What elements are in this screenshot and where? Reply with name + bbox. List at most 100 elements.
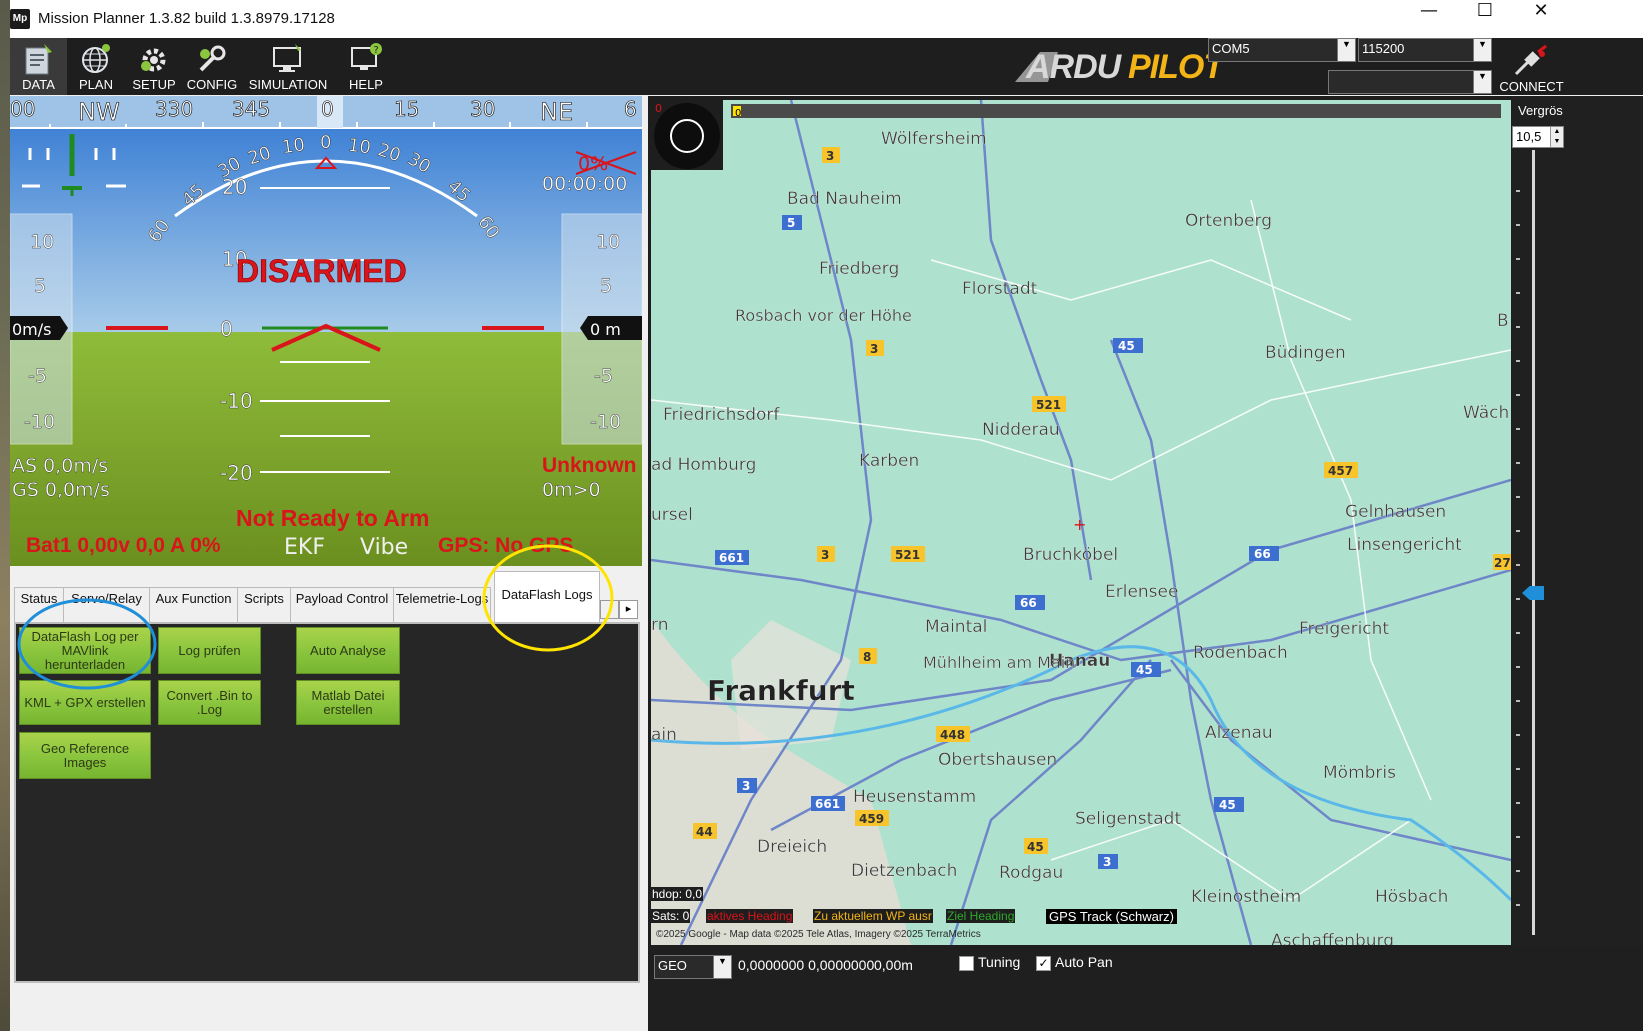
connection-type-select[interactable]: ▼: [1328, 70, 1492, 94]
gear-icon: [141, 48, 166, 72]
map-place: ad Homburg: [651, 455, 756, 475]
roll-label: 10: [347, 135, 373, 159]
tab-aux-function[interactable]: Aux Function: [149, 587, 238, 622]
speed-tape-label: 5: [34, 275, 46, 297]
tabs-scroll-right[interactable]: ▸: [619, 600, 638, 619]
ekf-indicator[interactable]: EKF: [284, 535, 325, 560]
roll-label: 0: [320, 132, 331, 153]
baud-select[interactable]: 115200 ▼: [1358, 38, 1492, 62]
map-center-crosshair: +: [1073, 515, 1086, 534]
hud-panel: 00 NW 330 345 0 15 30 NE 6 60 45 30 20 1…: [10, 96, 642, 566]
zoom-slider-track[interactable]: [1532, 150, 1535, 935]
convert-bin-button[interactable]: Convert .Bin to .Log: [158, 680, 261, 725]
annotation-yellow-ellipse: [482, 544, 614, 652]
flight-mode: Unknown: [542, 454, 637, 477]
road-label: 457: [1328, 464, 1353, 478]
toolbar-setup-label: SETUP: [132, 77, 176, 92]
road-label: 3: [870, 342, 878, 356]
autopan-checkbox[interactable]: ✓: [1036, 956, 1051, 971]
altitude-tape-label: -10: [590, 411, 621, 433]
svg-text:?: ?: [374, 45, 379, 56]
toolbar-help-button[interactable]: ? HELP: [335, 38, 397, 95]
speed-tape-label: -10: [24, 411, 55, 433]
tab-payload-control[interactable]: Payload Control: [290, 587, 394, 622]
coordinate-type-select[interactable]: GEO ▼: [654, 955, 732, 979]
compass-label: 30: [470, 97, 495, 121]
current-altitude: 0 m: [590, 320, 621, 339]
desktop-background: [0, 0, 10, 1031]
road-label: 66: [1020, 596, 1037, 610]
vibe-indicator[interactable]: Vibe: [360, 535, 408, 560]
road-label: 459: [859, 812, 884, 826]
pitch-label: -20: [220, 461, 253, 485]
map-copyright: ©2025 Google - Map data ©2025 Tele Atlas…: [656, 929, 981, 940]
map-red-marker: 0: [655, 102, 662, 115]
map-place: Mömbris: [1323, 763, 1396, 783]
compass-label: 330: [155, 97, 193, 121]
legend-gps-track: GPS Track (Schwarz): [1046, 909, 1177, 924]
speed-tape-label: 10: [30, 231, 54, 253]
map-place: Friedrichsdorf: [663, 405, 780, 425]
legend-waypoint: Zu aktuellem WP ausr: [813, 909, 933, 923]
auto-analyse-button[interactable]: Auto Analyse: [296, 627, 400, 674]
legend-target-heading: Ziel Heading: [946, 909, 1016, 923]
toolbar-data-button[interactable]: DATA: [10, 38, 67, 95]
map-place: Bruchköbel: [1023, 545, 1118, 565]
current-speed: 0m/s: [12, 320, 52, 339]
port-select[interactable]: COM5 ▼: [1208, 38, 1356, 62]
zoom-spinner[interactable]: 10,5 ▲ ▼: [1512, 126, 1564, 148]
map-place: Wäch: [1463, 403, 1509, 423]
toolbar-plan-button[interactable]: PLAN: [67, 38, 125, 95]
map-place: Rodenbach: [1193, 643, 1288, 663]
map-place: Frankfurt: [707, 674, 855, 707]
map-place: Dreieich: [757, 837, 827, 857]
map-place: Ortenberg: [1185, 211, 1272, 231]
road-label: 44: [696, 825, 713, 839]
road-label: 3: [742, 779, 750, 793]
coordinate-type-value: GEO: [658, 958, 687, 973]
toolbar-config-button[interactable]: CONFIG: [183, 38, 241, 95]
connect-button[interactable]: CONNECT: [1494, 38, 1569, 95]
map-place: Seligenstadt: [1075, 809, 1181, 829]
map-place: Hösbach: [1375, 887, 1448, 907]
toolbar-simulation-button[interactable]: SIMULATION: [241, 38, 335, 95]
road-label: 448: [940, 728, 965, 742]
road-label: 27: [1494, 556, 1511, 570]
pitch-label: 0: [220, 317, 233, 341]
cursor-coordinates: 0,0000000 0,0000000: [738, 957, 875, 973]
legend-heading: aktives Heading: [706, 909, 794, 923]
matlab-export-button[interactable]: Matlab Datei erstellen: [296, 680, 400, 725]
toolbar-help-label: HELP: [349, 77, 383, 92]
map-place: Gelnhausen: [1345, 502, 1446, 522]
chevron-down-icon: ▼: [1473, 39, 1491, 61]
map-place: Kleinostheim: [1191, 887, 1301, 907]
map-place: B: [1497, 311, 1509, 331]
tab-telemetrie-logs[interactable]: Telemetrie-Logs: [393, 587, 491, 622]
map-place: Maintal: [925, 617, 987, 637]
road-label: 45: [1219, 798, 1236, 812]
road-label: 3: [821, 548, 829, 562]
help-icon: ?: [351, 43, 382, 70]
maximize-button[interactable]: ☐: [1457, 0, 1513, 38]
road-label: 3: [826, 149, 834, 163]
close-button[interactable]: ✕: [1513, 0, 1569, 38]
map-place: Wölfersheim: [881, 129, 987, 149]
toolbar-plan-label: PLAN: [79, 77, 113, 92]
geo-reference-button[interactable]: Geo Reference Images: [19, 732, 151, 779]
compass-label: 6: [624, 97, 637, 121]
connect-label: CONNECT: [1499, 79, 1564, 94]
review-log-button[interactable]: Log prüfen: [158, 627, 261, 674]
tab-scripts[interactable]: Scripts: [237, 587, 291, 622]
road-label: 521: [1036, 398, 1061, 412]
map-view[interactable]: 3 5 3 45 521 457 3 521 661 66 66 27 8 45…: [651, 100, 1511, 945]
globe-icon: [82, 44, 110, 73]
cursor-altitude: 0,00m: [874, 957, 913, 973]
minimize-button[interactable]: —: [1401, 0, 1457, 38]
tuning-checkbox[interactable]: [959, 956, 974, 971]
altitude-tape-label: 5: [600, 275, 612, 297]
road-label: 8: [863, 650, 871, 664]
roll-label: 10: [281, 134, 307, 158]
toolbar-setup-button[interactable]: SETUP: [125, 38, 183, 95]
road-label: 66: [1254, 547, 1271, 561]
baud-value: 115200: [1362, 41, 1405, 56]
